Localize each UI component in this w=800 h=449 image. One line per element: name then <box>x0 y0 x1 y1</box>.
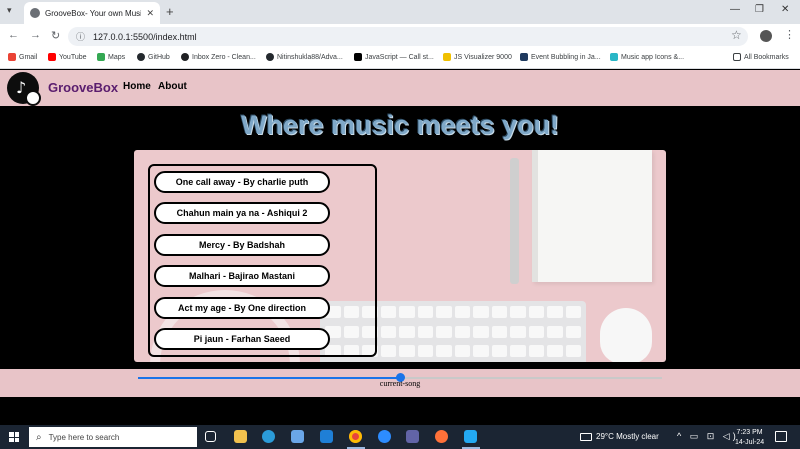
menu-kebab-icon[interactable]: ⋮ <box>784 28 795 41</box>
task-view-icon[interactable] <box>205 431 216 442</box>
browser-tab[interactable]: GrooveBox- Your own Music h ✕ <box>24 2 160 24</box>
globe-icon <box>30 8 40 18</box>
song-item[interactable]: Pi jaun - Farhan Saeed <box>154 328 330 350</box>
address-bar-row: ← → ↻ ⓘ 127.0.0.1:5500/index.html ☆ ⋮ <box>0 24 800 48</box>
edge-icon[interactable] <box>262 430 275 443</box>
maps-icon <box>97 53 105 61</box>
icons-site-icon <box>610 53 618 61</box>
taskbar-search-placeholder: Type here to search <box>48 432 120 442</box>
new-tab-button[interactable]: + <box>166 4 174 19</box>
store-icon[interactable] <box>291 430 304 443</box>
tab-search-icon[interactable]: ▾ <box>7 5 12 16</box>
bookmarks-bar: Gmail YouTube Maps GitHub Inbox Zero - C… <box>0 48 800 69</box>
back-icon[interactable]: ← <box>8 29 19 41</box>
pen-image <box>510 158 519 284</box>
bookmark-maps[interactable]: Maps <box>97 53 125 61</box>
bookmark-inbox-zero[interactable]: Inbox Zero - Clean... <box>181 53 256 61</box>
vscode-icon[interactable] <box>464 430 477 443</box>
weather-widget[interactable]: 29°C Mostly clear <box>580 432 659 441</box>
minimize-icon[interactable]: — <box>730 4 740 15</box>
folder-icon <box>733 53 741 61</box>
music-note-logo-icon[interactable]: ♪ <box>7 72 41 106</box>
file-explorer-icon[interactable] <box>234 430 247 443</box>
brand-name[interactable]: GrooveBox <box>48 80 118 95</box>
bookmark-youtube[interactable]: YouTube <box>48 53 87 61</box>
taskbar-clock[interactable]: 7:23 PM 14-Jul-24 <box>735 428 764 448</box>
zoom-icon[interactable] <box>378 430 391 443</box>
teams-icon[interactable] <box>406 430 419 443</box>
all-bookmarks[interactable]: All Bookmarks <box>733 53 789 61</box>
song-item[interactable]: Act my age - By One direction <box>154 297 330 319</box>
close-tab-icon[interactable]: ✕ <box>146 8 154 19</box>
mouse-image <box>600 308 652 362</box>
restore-icon[interactable]: ❐ <box>755 4 764 15</box>
taskbar-search-box[interactable]: ⌕ Type here to search <box>29 427 197 447</box>
url-text: 127.0.0.1:5500/index.html <box>93 31 197 42</box>
forward-icon[interactable]: → <box>30 29 41 41</box>
firefox-icon[interactable] <box>435 430 448 443</box>
bookmark-music-app-icons[interactable]: Music app Icons &... <box>610 53 684 61</box>
player-bar: current-song <box>0 369 800 397</box>
song-item[interactable]: Malhari - Bajirao Mastani <box>154 265 330 287</box>
youtube-icon <box>48 53 56 61</box>
song-item[interactable]: One call away - By charlie puth <box>154 171 330 193</box>
browser-tab-strip: ▾ GrooveBox- Your own Music h ✕ + — ❐ ✕ <box>0 0 800 24</box>
reload-icon[interactable]: ↻ <box>51 29 60 42</box>
windows-start-icon[interactable] <box>9 432 19 442</box>
inbox-zero-icon <box>181 53 189 61</box>
clock-time: 7:23 PM <box>736 429 763 436</box>
github-icon <box>266 53 274 61</box>
github-icon <box>137 53 145 61</box>
tab-title: GrooveBox- Your own Music h <box>45 8 141 18</box>
notebook-image <box>532 150 652 282</box>
close-window-icon[interactable]: ✕ <box>781 4 789 15</box>
song-item[interactable]: Mercy - By Badshah <box>154 234 330 256</box>
weather-text: 29°C Mostly clear <box>596 432 659 441</box>
notifications-icon[interactable] <box>775 431 787 442</box>
system-tray-icons[interactable]: ^ ▭ ⊡ ◁) <box>677 431 739 442</box>
chrome-icon[interactable] <box>349 430 362 443</box>
bookmark-event-bubbling[interactable]: Event Bubbling in Ja... <box>520 53 601 61</box>
bookmark-nitinshukla88[interactable]: Nitinshukla88/Adva... <box>266 53 343 61</box>
clock-date: 14-Jul-24 <box>735 439 765 446</box>
mail-icon[interactable] <box>320 430 333 443</box>
site-info-icon[interactable]: ⓘ <box>76 30 85 43</box>
current-song-label: current-song <box>379 379 421 388</box>
windows-taskbar: ⌕ Type here to search 29°C Mostly clear … <box>0 425 800 449</box>
weather-icon <box>580 432 592 441</box>
page-title: Where music meets you! <box>240 110 560 140</box>
javascript-icon <box>354 53 362 61</box>
nav-home[interactable]: Home <box>123 81 151 92</box>
article-icon <box>520 53 528 61</box>
song-item[interactable]: Chahun main ya na - Ashiqui 2 <box>154 202 330 224</box>
address-bar[interactable]: ⓘ 127.0.0.1:5500/index.html <box>68 27 748 46</box>
bookmark-star-icon[interactable]: ☆ <box>731 28 742 42</box>
gmail-icon <box>8 53 16 61</box>
bookmark-github[interactable]: GitHub <box>137 53 170 61</box>
bookmark-js-visualizer[interactable]: JS Visualizer 9000 <box>443 53 512 61</box>
search-icon: ⌕ <box>36 431 42 443</box>
js-visualizer-icon <box>443 53 451 61</box>
profile-avatar[interactable] <box>760 30 772 42</box>
bookmark-gmail[interactable]: Gmail <box>8 53 37 61</box>
site-navbar: ♪ GrooveBox Home About <box>0 70 800 106</box>
nav-about[interactable]: About <box>158 81 187 92</box>
bookmark-javascript-call-stack[interactable]: JavaScript — Call st... <box>354 53 434 61</box>
